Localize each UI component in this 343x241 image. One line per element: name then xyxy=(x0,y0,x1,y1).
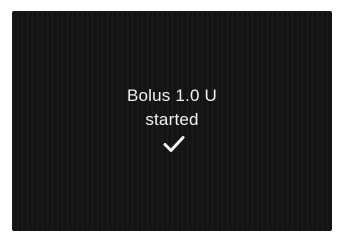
device-frame: Bolus 1.0 U started xyxy=(0,0,343,241)
bolus-status-text: started xyxy=(145,110,199,129)
bolus-amount-text: Bolus 1.0 U xyxy=(126,86,218,105)
bolus-started-message: Bolus 1.0 U started xyxy=(12,84,332,132)
checkmark-icon xyxy=(163,136,185,152)
pump-screen: Bolus 1.0 U started xyxy=(12,11,332,231)
